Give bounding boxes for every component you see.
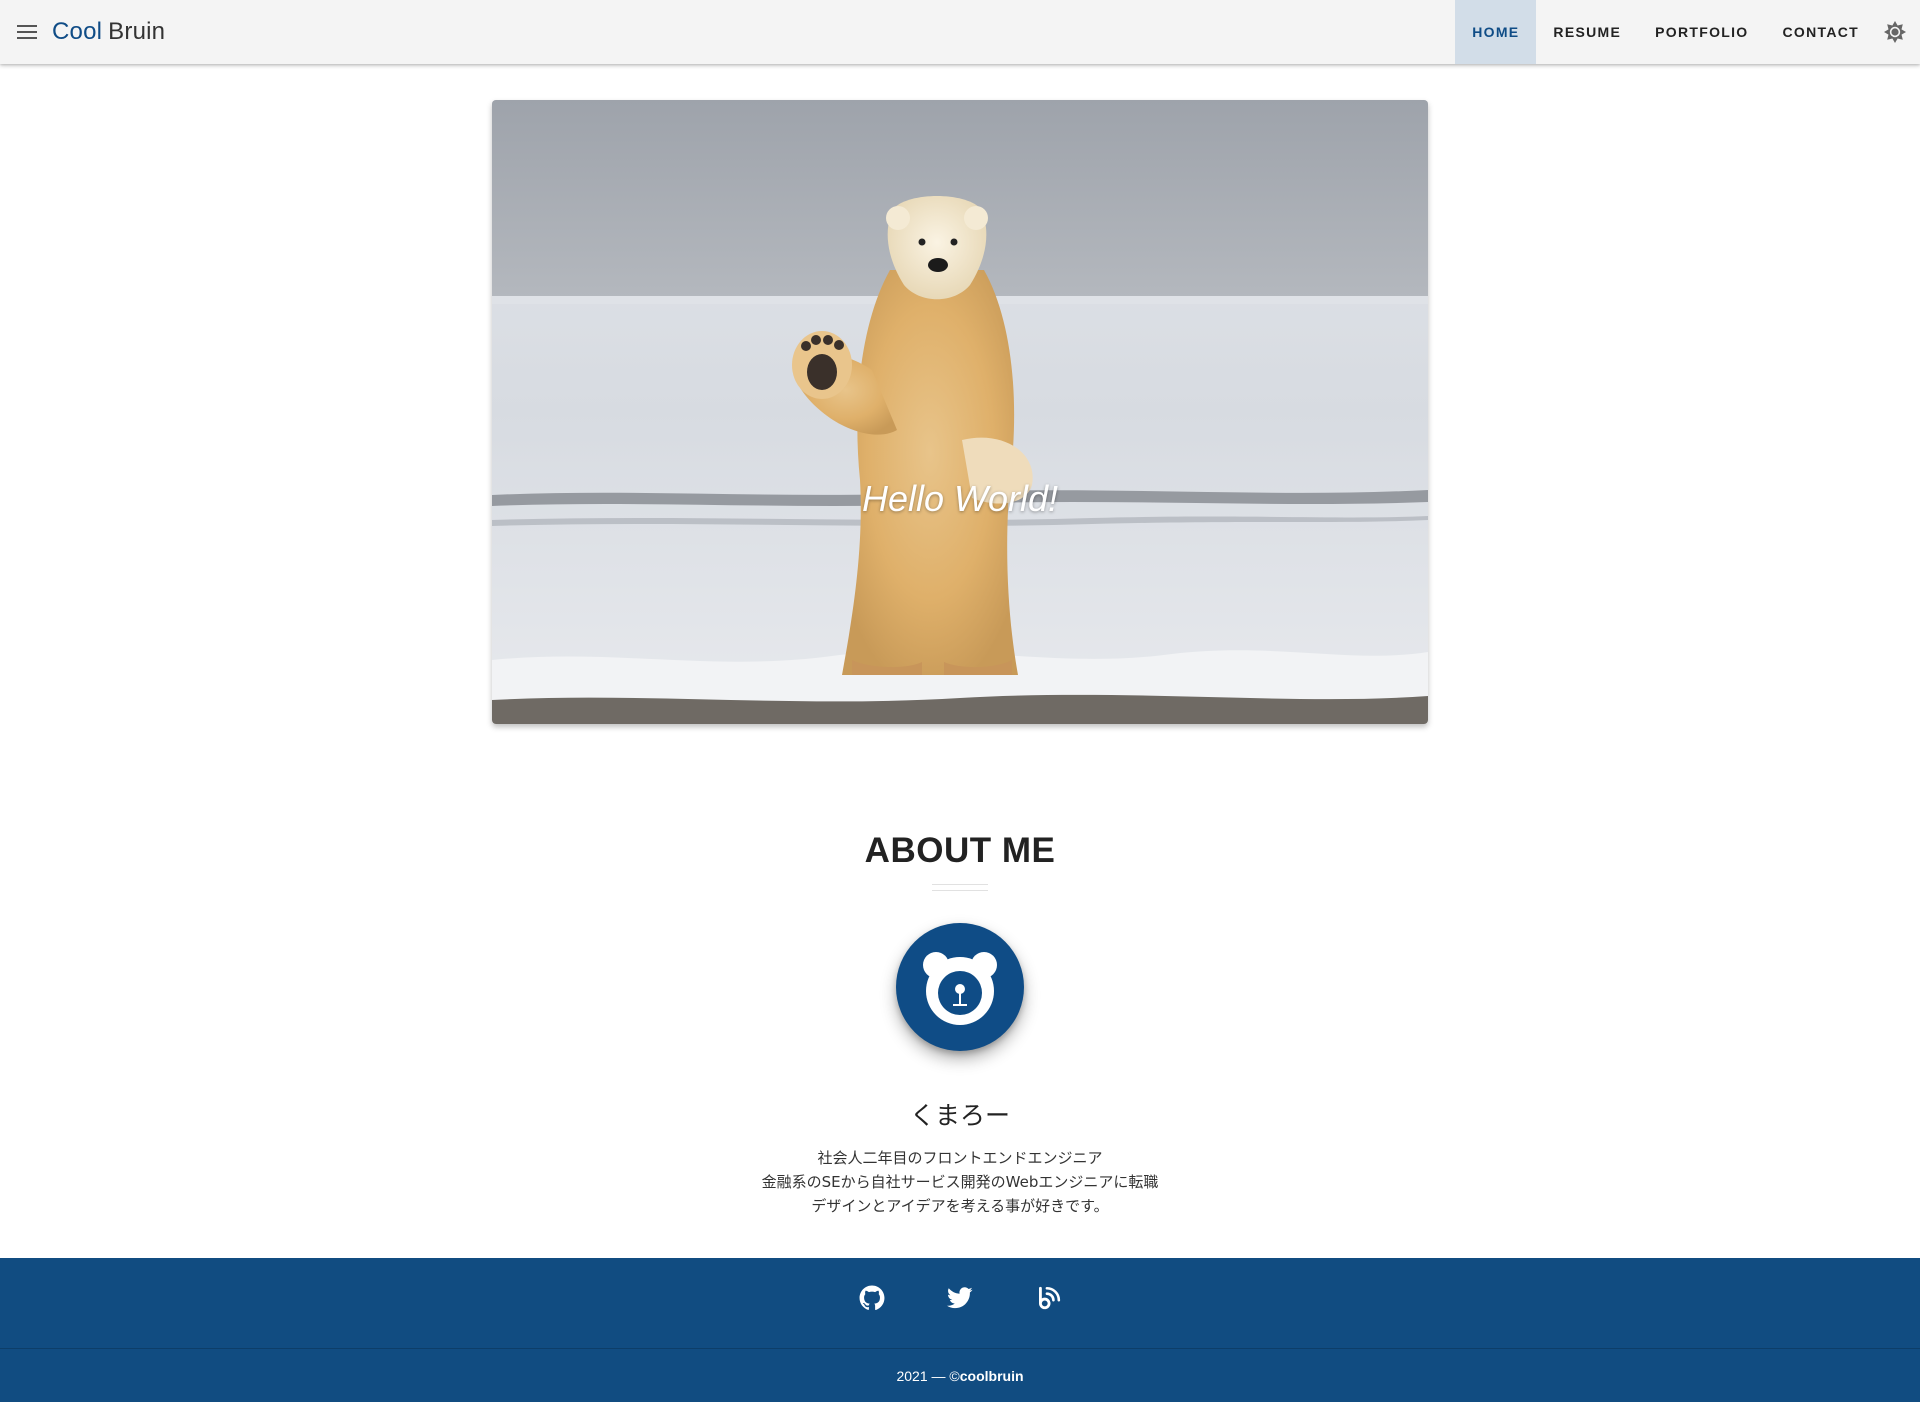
nav-home[interactable]: HOME bbox=[1455, 0, 1537, 64]
main-nav: HOME RESUME PORTFOLIO CONTACT bbox=[1455, 0, 1876, 64]
bio-line: 社会人二年目のフロントエンドエンジニア bbox=[817, 1149, 1103, 1167]
github-icon[interactable] bbox=[858, 1284, 886, 1312]
hamburger-menu-icon[interactable] bbox=[14, 19, 40, 45]
nav-contact[interactable]: CONTACT bbox=[1766, 0, 1877, 64]
section-divider bbox=[932, 884, 988, 891]
site-brand[interactable]: Cool Bruin bbox=[52, 16, 165, 48]
nav-portfolio[interactable]: PORTFOLIO bbox=[1638, 0, 1765, 64]
copyright-prefix: 2021 — © bbox=[896, 1368, 960, 1384]
bio-line: デザインとアイデアを考える事が好きです。 bbox=[811, 1197, 1109, 1215]
brand-primary: Cool bbox=[52, 18, 103, 45]
profile-bio: 社会人二年目のフロントエンドエンジニア 金融系のSEから自社サービス開発のWeb… bbox=[0, 1146, 1920, 1218]
hero-headline: Hello World! bbox=[861, 478, 1059, 519]
brand-secondary: Bruin bbox=[108, 18, 166, 45]
profile-name: くまろー bbox=[909, 1101, 1010, 1130]
blog-icon[interactable] bbox=[1034, 1284, 1062, 1312]
copyright: 2021 — ©coolbruin bbox=[0, 1368, 1920, 1384]
twitter-icon[interactable] bbox=[946, 1284, 974, 1312]
about-title: ABOUT ME bbox=[864, 831, 1056, 870]
footer-divider bbox=[0, 1348, 1920, 1349]
copyright-owner[interactable]: coolbruin bbox=[960, 1368, 1024, 1384]
avatar bbox=[896, 923, 1024, 1051]
polar-bear-photo bbox=[492, 100, 1428, 724]
bio-line: 金融系のSEから自社サービス開発のWebエンジニアに転職 bbox=[761, 1173, 1159, 1191]
site-footer: 2021 — ©coolbruin bbox=[0, 1258, 1920, 1402]
hero-card: Hello World! bbox=[492, 100, 1428, 724]
nav-resume[interactable]: RESUME bbox=[1536, 0, 1638, 64]
bear-logo-icon bbox=[923, 952, 997, 1025]
app-bar: Cool Bruin HOME RESUME PORTFOLIO CONTACT bbox=[0, 0, 1920, 64]
social-links bbox=[0, 1284, 1920, 1312]
brightness-icon[interactable] bbox=[1882, 19, 1908, 45]
